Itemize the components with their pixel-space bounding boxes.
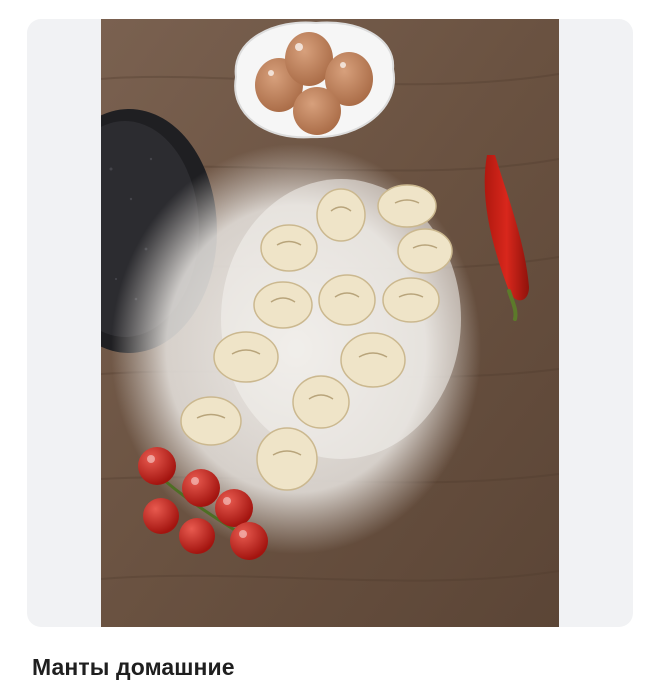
manti-photo-illustration	[101, 19, 559, 627]
recipe-photo[interactable]	[101, 19, 559, 627]
recipe-title[interactable]: Манты домашние	[32, 654, 235, 681]
recipe-card[interactable]	[27, 19, 633, 627]
